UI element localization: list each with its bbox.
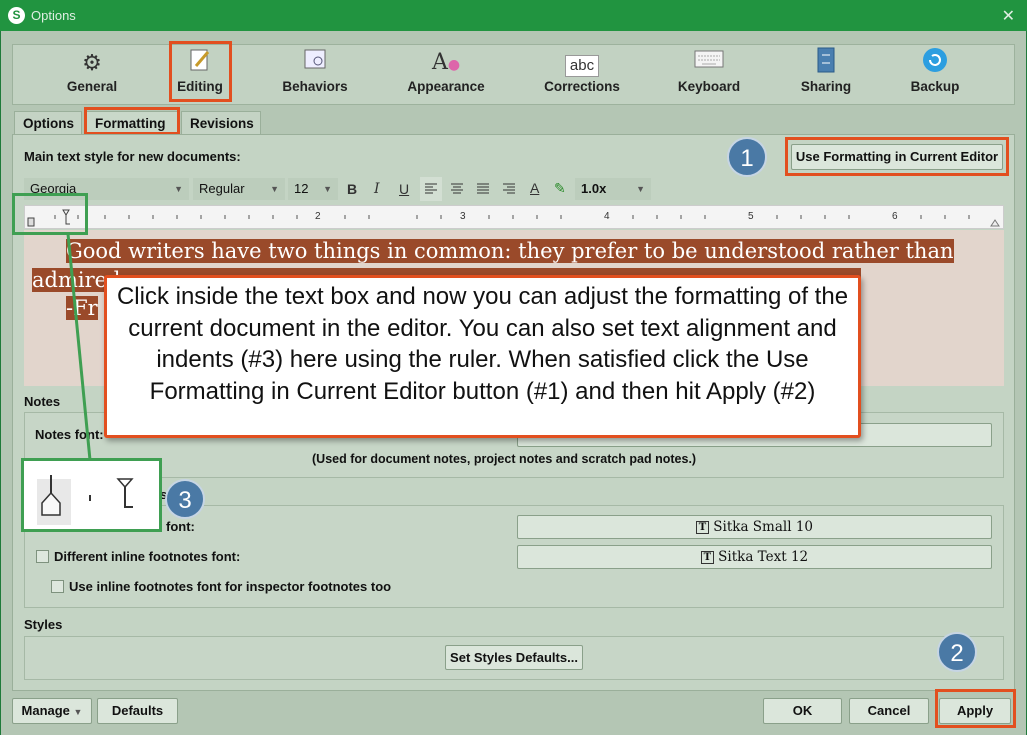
ruler-indent-highlight [12, 193, 88, 235]
toolbar-general-label: General [66, 79, 118, 94]
align-center-button[interactable] [446, 177, 468, 201]
italic-button[interactable]: I [374, 181, 380, 197]
toolbar-sharing-label: Sharing [800, 79, 852, 94]
toolbar-appearance-label: Appearance [407, 79, 485, 94]
title-bar: S Options ✕ [0, 0, 1027, 31]
bold-button[interactable]: B [347, 181, 357, 197]
toolbar-corrections-label: Corrections [544, 79, 620, 94]
ruler-number: 6 [892, 211, 898, 222]
ruler-number: 3 [460, 211, 466, 222]
font-icon: T [695, 521, 709, 534]
inline-footnotes-font-button[interactable]: T Sitka Text 12 [517, 545, 992, 569]
ruler-number: 5 [748, 211, 754, 222]
keyboard-icon [654, 47, 764, 79]
inline-footnotes-checkbox[interactable] [36, 550, 49, 563]
footnotes-font-value: Sitka Small 10 [713, 519, 813, 535]
use-formatting-highlight [785, 137, 1009, 176]
app-logo-icon: S [8, 7, 25, 24]
window-title: Options [31, 8, 76, 23]
footnotes-font-label: font: [166, 519, 195, 534]
align-justify-button[interactable] [472, 177, 494, 201]
ruler-ticks [27, 209, 1000, 227]
chevron-down-icon: ▼ [73, 707, 83, 717]
window-gear-icon [260, 47, 370, 79]
preview-line-3: -Fr [66, 296, 98, 320]
appearance-icon: A● [431, 50, 461, 75]
indent-markers-icon [37, 475, 134, 525]
toolbar-keyboard[interactable]: Keyboard [654, 47, 764, 103]
ok-button[interactable]: OK [763, 698, 842, 724]
chevron-down-icon: ▼ [174, 184, 183, 194]
font-size-value: 12 [294, 181, 309, 196]
preview-text: Good writers have two things in common: … [66, 239, 954, 263]
abc-icon: abc [527, 47, 637, 79]
line-spacing-value: 1.0x [581, 181, 607, 196]
underline-button[interactable]: U [399, 181, 409, 197]
toolbar-sharing[interactable]: Sharing [771, 47, 881, 103]
toolbar-appearance[interactable]: A● Appearance [391, 47, 501, 103]
inspector-footnotes-label: Use inline footnotes font for inspector … [69, 579, 392, 594]
preview-line-1: Good writers have two things in common: … [66, 239, 954, 263]
align-left-button[interactable] [420, 177, 442, 201]
apply-highlight [935, 689, 1016, 728]
toolbar-corrections[interactable]: abc Corrections [527, 47, 637, 103]
badge-2: 2 [937, 632, 977, 672]
font-icon: T [700, 551, 714, 564]
preview-text: -Fr [66, 296, 98, 320]
ruler-number: 2 [315, 211, 321, 222]
align-center-icon [451, 183, 463, 194]
toolbar-backup-label: Backup [910, 79, 960, 94]
ruler[interactable]: 2 3 4 5 6 [24, 205, 1004, 229]
toolbar-general[interactable]: ⚙ General [37, 47, 147, 103]
tab-revisions[interactable]: Revisions [181, 111, 261, 135]
inline-footnotes-label: Different inline footnotes font: [54, 549, 241, 564]
defaults-button[interactable]: Defaults [97, 698, 178, 724]
chevron-down-icon: ▼ [323, 184, 332, 194]
notes-font-label: Notes font: [35, 427, 104, 442]
main-style-label: Main text style for new documents: [24, 149, 241, 164]
footnotes-font-button[interactable]: T Sitka Small 10 [517, 515, 992, 539]
manage-label: Manage [21, 703, 70, 718]
font-style-value: Regular [199, 181, 245, 196]
chevron-down-icon: ▼ [270, 184, 279, 194]
cancel-button[interactable]: Cancel [849, 698, 929, 724]
notes-section-label: Notes [24, 394, 61, 409]
badge-1: 1 [727, 137, 767, 177]
text-color-button[interactable]: A [530, 180, 539, 196]
format-bar: Georgia ▼ Regular ▼ 12 ▼ B I U A ✎ 1.0x … [24, 177, 1004, 202]
toolbar-behaviors-label: Behaviors [282, 79, 348, 94]
font-size-select[interactable]: 12 ▼ [288, 178, 338, 200]
inspector-footnotes-checkbox[interactable] [51, 580, 64, 593]
align-justify-icon [477, 183, 489, 194]
styles-section-label: Styles [24, 617, 63, 632]
ruler-number: 4 [604, 211, 610, 222]
manage-button[interactable]: Manage ▼ [12, 698, 92, 724]
close-icon[interactable]: ✕ [1002, 6, 1015, 26]
sharing-icon [771, 47, 881, 79]
toolbar-keyboard-label: Keyboard [677, 79, 741, 94]
set-styles-defaults-button[interactable]: Set Styles Defaults... [445, 645, 583, 670]
category-toolbar: ⚙ General Editing Behaviors A● Appearanc… [12, 44, 1015, 105]
inline-footnotes-font-value: Sitka Text 12 [718, 549, 809, 565]
badge-3: 3 [165, 479, 205, 519]
instruction-callout: Click inside the text box and now you ca… [104, 275, 861, 438]
backup-icon [880, 47, 990, 79]
align-right-icon [503, 183, 515, 194]
notes-hint: (Used for document notes, project notes … [312, 452, 697, 466]
toolbar-backup[interactable]: Backup [880, 47, 990, 103]
gears-icon: ⚙ [82, 50, 102, 75]
align-left-icon [425, 183, 437, 194]
toolbar-behaviors[interactable]: Behaviors [260, 47, 370, 103]
ruler-zoom-inset [21, 458, 162, 532]
formatting-tab-highlight [84, 107, 180, 135]
editing-highlight [169, 41, 232, 102]
chevron-down-icon: ▼ [636, 184, 645, 194]
highlighter-icon[interactable]: ✎ [554, 180, 566, 197]
align-right-button[interactable] [498, 177, 520, 201]
line-spacing-select[interactable]: 1.0x ▼ [575, 178, 651, 200]
tab-options[interactable]: Options [14, 111, 82, 135]
font-style-select[interactable]: Regular ▼ [193, 178, 285, 200]
